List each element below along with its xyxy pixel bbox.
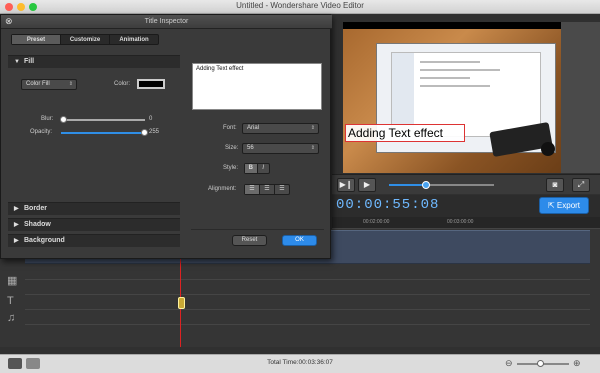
music-track-icon: ♫ <box>7 312 16 324</box>
preview-line <box>420 77 470 79</box>
fill-section-body: Color Fill ⇕ Color: Blur: 0 Opacity: 255 <box>8 69 180 206</box>
tab-preset[interactable]: Preset <box>12 35 61 44</box>
blur-label: Blur: <box>41 116 54 122</box>
size-dropdown[interactable]: 56 ⇕ <box>242 143 319 154</box>
style-toggle-group: B I <box>244 163 270 174</box>
preview-text-caption[interactable]: Adding Text effect <box>345 124 465 142</box>
section-border[interactable]: ▶ Border <box>8 202 180 215</box>
scrubber-knob[interactable] <box>421 181 430 189</box>
align-right-icon[interactable]: ☰ <box>275 185 289 194</box>
section-border-label: Border <box>24 205 47 212</box>
font-dropdown[interactable]: Arial ⇕ <box>242 123 319 134</box>
opacity-slider-fill <box>61 132 145 134</box>
effect-track[interactable] <box>25 266 590 280</box>
export-button[interactable]: ⇱ Export <box>539 197 589 214</box>
fullscreen-icon[interactable]: ⤢ <box>572 178 590 192</box>
color-label: Color: <box>114 81 131 87</box>
preview-round-object <box>541 142 555 156</box>
reset-button[interactable]: Reset <box>232 235 267 246</box>
window-titlebar: Untitled - Wondershare Video Editor <box>0 0 600 14</box>
timeline-ruler[interactable]: 00:02:00:00 00:03:00:00 <box>332 217 600 229</box>
export-icon: ⇱ <box>547 201 557 210</box>
font-value: Arial <box>247 125 260 131</box>
text-track-icon: T <box>7 295 14 307</box>
bold-toggle[interactable]: B <box>245 164 258 173</box>
pip-track[interactable] <box>25 281 590 295</box>
pip-track-icon: ▦ <box>7 275 18 287</box>
opacity-slider[interactable] <box>61 129 148 136</box>
chevron-updown-icon: ⇕ <box>310 145 315 151</box>
preview-line <box>420 85 490 87</box>
align-center-icon[interactable]: ☰ <box>260 185 275 194</box>
play-icon[interactable]: ▶ <box>358 178 376 192</box>
alignment-toggle-group: ☰ ☰ ☰ <box>244 184 290 195</box>
scrubber-progress <box>389 184 426 186</box>
preview-side-strip <box>561 22 600 173</box>
window-title: Untitled - Wondershare Video Editor <box>236 1 364 10</box>
timecode-bar: 00:00:55:08 ⇱ Export <box>332 195 600 219</box>
ruler-tick-label: 00:02:00:00 <box>363 219 390 225</box>
chevron-right-icon: ▶ <box>14 206 19 212</box>
zoom-knob[interactable] <box>537 360 544 367</box>
text-track[interactable] <box>25 296 590 310</box>
video-preview[interactable]: Adding Text effect <box>343 22 561 173</box>
timecode-display: 00:00:55:08 <box>336 197 440 213</box>
title-text-input[interactable]: Adding Text effect <box>192 63 322 110</box>
zoom-in-icon[interactable]: ⊕ <box>573 358 581 369</box>
blur-value: 0 <box>149 116 153 122</box>
chevron-right-icon: ▶ <box>14 238 19 244</box>
size-value: 56 <box>247 145 254 151</box>
status-bar: Total Time:00:03:36:07 ⊖ ⊕ <box>0 354 600 373</box>
section-fill-label: Fill <box>24 58 35 65</box>
opacity-label: Opacity: <box>30 129 53 135</box>
snapshot-camera-icon[interactable]: ◙ <box>546 178 564 192</box>
inspector-tabs: Preset Customize Animation <box>11 34 159 45</box>
preview-frame: Adding Text effect <box>343 29 561 173</box>
zoom-out-icon[interactable]: ⊖ <box>505 358 513 369</box>
tab-animation[interactable]: Animation <box>110 35 158 44</box>
chevron-updown-icon: ⇕ <box>310 125 315 131</box>
blur-slider-knob[interactable] <box>60 116 67 123</box>
section-shadow-label: Shadow <box>24 221 51 228</box>
playback-scrubber[interactable] <box>389 181 494 189</box>
preview-line <box>420 69 500 71</box>
italic-toggle[interactable]: I <box>258 164 270 173</box>
ruler-tick-label: 00:03:00:00 <box>447 219 474 225</box>
fill-type-dropdown[interactable]: Color Fill ⇕ <box>21 79 77 90</box>
tab-customize[interactable]: Customize <box>61 35 110 44</box>
section-fill[interactable]: ▼ Fill <box>8 55 180 68</box>
align-left-icon[interactable]: ☰ <box>245 185 260 194</box>
style-label: Style: <box>223 165 239 171</box>
play-forward-step-icon[interactable]: ▶❙ <box>337 178 355 192</box>
opacity-slider-knob[interactable] <box>141 129 148 136</box>
preview-line <box>420 61 480 63</box>
alignment-label: Alignment: <box>208 186 237 192</box>
chevron-updown-icon: ⇕ <box>68 81 73 87</box>
inspector-title: Title Inspector <box>1 15 332 29</box>
section-shadow[interactable]: ▶ Shadow <box>8 218 180 231</box>
chevron-down-icon: ▼ <box>14 59 20 65</box>
export-label: Export <box>556 201 581 210</box>
zoom-slider[interactable] <box>517 360 569 367</box>
audio-track[interactable] <box>25 311 590 325</box>
opacity-value: 255 <box>149 129 160 135</box>
close-icon[interactable]: ⊗ <box>5 16 13 27</box>
title-inspector-panel: Title Inspector ⊗ Preset Customize Anima… <box>0 14 332 259</box>
text-track-clip[interactable] <box>178 297 185 309</box>
font-label: Font: <box>223 125 237 131</box>
fill-type-value: Color Fill <box>26 81 50 87</box>
size-label: Size: <box>225 145 239 151</box>
fill-color-swatch[interactable] <box>137 79 165 89</box>
section-background[interactable]: ▶ Background <box>8 234 180 247</box>
inspector-divider <box>191 229 324 230</box>
chevron-right-icon: ▶ <box>14 222 19 228</box>
section-background-label: Background <box>24 237 65 244</box>
playback-controls: ▶❙ ▶ ◙ ⤢ <box>332 174 600 194</box>
ok-button[interactable]: OK <box>282 235 317 246</box>
blur-slider[interactable] <box>60 116 145 123</box>
